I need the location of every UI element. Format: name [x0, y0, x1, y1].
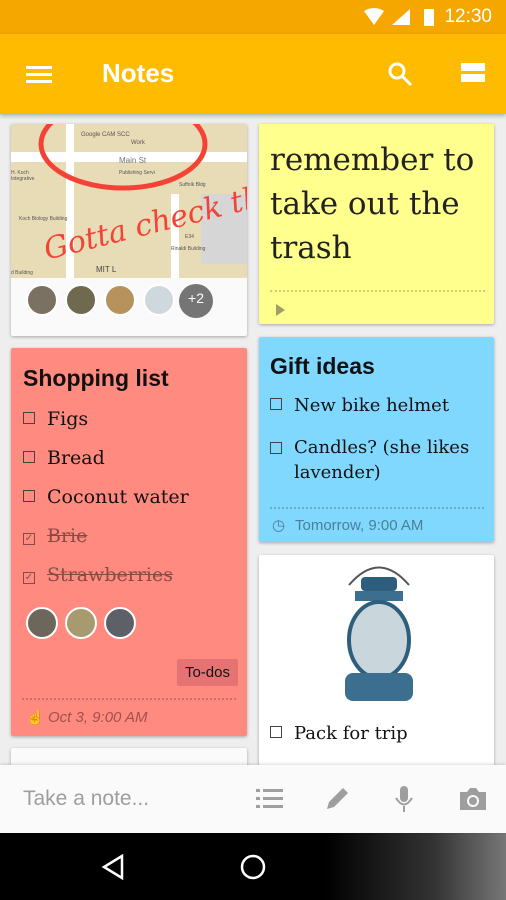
note-card-gift[interactable]: Gift ideas New bike helmet Candles? (she… [259, 337, 494, 542]
avatar [26, 607, 58, 639]
view-toggle-icon[interactable] [461, 63, 485, 83]
search-icon[interactable] [387, 61, 413, 87]
avatar [65, 284, 97, 316]
avatar [104, 607, 136, 639]
checkbox[interactable] [270, 726, 282, 738]
microphone-icon[interactable] [394, 785, 414, 815]
checklist-item[interactable]: ✓ Strawberries [11, 556, 247, 595]
hand-pointer-icon: ☝ [26, 709, 45, 726]
item-text: Coconut water [47, 486, 189, 508]
home-icon[interactable] [239, 853, 267, 881]
avatar [65, 607, 97, 639]
checkbox[interactable] [23, 490, 35, 502]
checkbox[interactable] [23, 451, 35, 463]
avatar [26, 284, 58, 316]
checklist-item[interactable]: Candles? (she likes lavender) [270, 435, 485, 485]
note-text: remember to take out the trash [270, 142, 475, 266]
reminder-text: Oct 3, 9:00 AM [48, 709, 148, 726]
checkbox[interactable] [270, 398, 282, 410]
checkbox[interactable] [270, 442, 282, 454]
clock-icon: ◷ [272, 517, 286, 534]
note-card-shopping[interactable]: Shopping list Figs Bread Coconut water ✓… [11, 348, 247, 736]
checkbox-checked[interactable]: ✓ [23, 572, 35, 584]
item-text: New bike helmet [294, 395, 450, 416]
checklist-item[interactable]: Coconut water [11, 478, 247, 517]
checklist-item[interactable]: Pack for trip [270, 723, 408, 744]
pen-icon[interactable] [323, 785, 351, 813]
navigation-bar [0, 833, 506, 900]
menu-icon[interactable] [26, 65, 52, 85]
note-card-map[interactable]: Google CAM SCC Work Main St Publishing S… [11, 124, 247, 336]
app-bar: Notes [0, 34, 506, 114]
item-text: Candles? (she likes lavender) [294, 437, 470, 483]
avatar [104, 284, 136, 316]
take-note-bar: Take a note... [0, 765, 506, 833]
play-icon[interactable] [276, 304, 285, 316]
checklist-item[interactable]: New bike helmet [270, 395, 449, 416]
item-text: Pack for trip [294, 723, 408, 744]
item-text: Strawberries [47, 564, 173, 586]
note-card-lantern[interactable]: Pack for trip [259, 555, 494, 785]
checklist-item[interactable]: Figs [11, 400, 247, 439]
signal-icons [364, 8, 434, 26]
reminder-text: Tomorrow, 9:00 AM [295, 517, 424, 534]
page-title: Notes [102, 58, 175, 88]
label-chip[interactable]: To-dos [176, 659, 238, 686]
map-drawing: Google CAM SCC Work Main St Publishing S… [11, 124, 247, 278]
item-text: Brie [47, 525, 88, 547]
note-title: Gift ideas [270, 353, 375, 379]
note-title: Shopping list [23, 365, 169, 391]
note-card-trash[interactable]: remember to take out the trash [259, 124, 494, 324]
camera-icon[interactable] [458, 786, 488, 812]
status-bar: 12:30 [0, 0, 506, 34]
checkbox[interactable] [23, 412, 35, 424]
lantern-image [345, 566, 413, 701]
recents-button[interactable] [325, 833, 506, 900]
more-collaborators-badge: +2 [179, 284, 213, 318]
back-icon[interactable] [100, 854, 126, 880]
clock: 12:30 [444, 6, 492, 27]
avatar-placeholder [143, 284, 175, 316]
take-note-input[interactable]: Take a note... [23, 787, 149, 811]
checklist-item[interactable]: Bread [11, 439, 247, 478]
list-icon[interactable] [256, 787, 284, 811]
checklist-item[interactable]: ✓ Brie [11, 517, 247, 556]
checkbox-checked[interactable]: ✓ [23, 533, 35, 545]
item-text: Bread [47, 447, 105, 469]
item-text: Figs [47, 408, 89, 430]
